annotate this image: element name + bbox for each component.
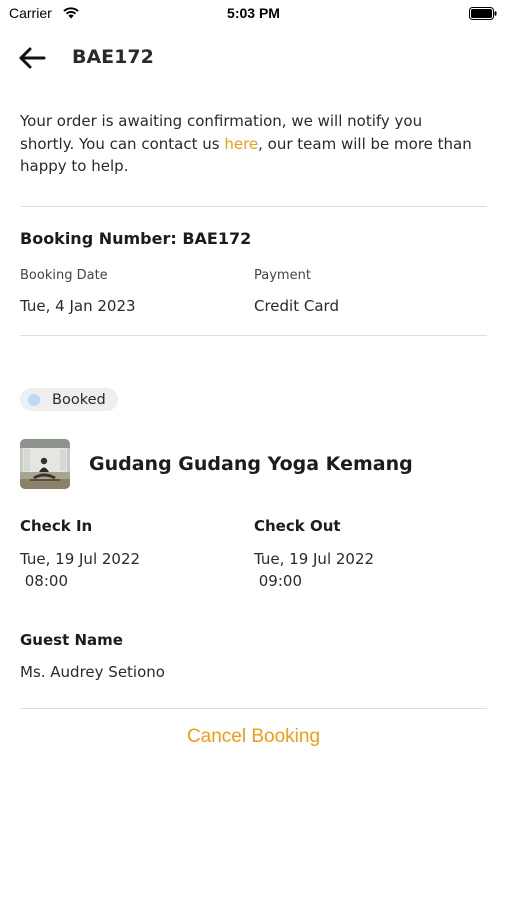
check-in-value: Tue, 19 Jul 2022 08:00 — [20, 550, 141, 590]
arrow-left-icon — [19, 47, 46, 69]
booking-date-label: Booking Date — [20, 268, 108, 283]
status-label: Booked — [52, 391, 106, 408]
confirmation-notice: Your order is awaiting confirmation, we … — [20, 110, 480, 178]
venue-photo — [20, 439, 70, 489]
status-dot-icon — [28, 393, 40, 406]
payment-value: Credit Card — [254, 297, 339, 315]
guest-name-label: Guest Name — [20, 631, 123, 649]
contact-link[interactable]: here — [224, 135, 258, 153]
status-badge: Booked — [20, 388, 118, 411]
divider — [20, 708, 487, 709]
back-button[interactable] — [16, 43, 48, 73]
divider — [20, 335, 487, 336]
page-title: BAE172 — [72, 46, 154, 68]
check-out-value: Tue, 19 Jul 2022 09:00 — [254, 550, 375, 590]
venue-name: Gudang Gudang Yoga Kemang — [89, 453, 413, 475]
cancel-booking-button[interactable]: Cancel Booking — [0, 726, 507, 748]
booking-date-value: Tue, 4 Jan 2023 — [20, 297, 136, 315]
battery-icon — [469, 7, 497, 20]
guest-name-value: Ms. Audrey Setiono — [20, 663, 165, 681]
divider — [20, 206, 487, 207]
booking-number: Booking Number: BAE172 — [20, 229, 252, 248]
venue-thumbnail[interactable] — [20, 439, 70, 489]
check-out-label: Check Out — [254, 517, 341, 535]
check-in-label: Check In — [20, 517, 93, 535]
status-bar: Carrier 5:03 PM — [0, 0, 507, 28]
clock: 5:03 PM — [227, 5, 280, 21]
nav-header: BAE172 — [0, 40, 507, 76]
payment-label: Payment — [254, 268, 311, 283]
